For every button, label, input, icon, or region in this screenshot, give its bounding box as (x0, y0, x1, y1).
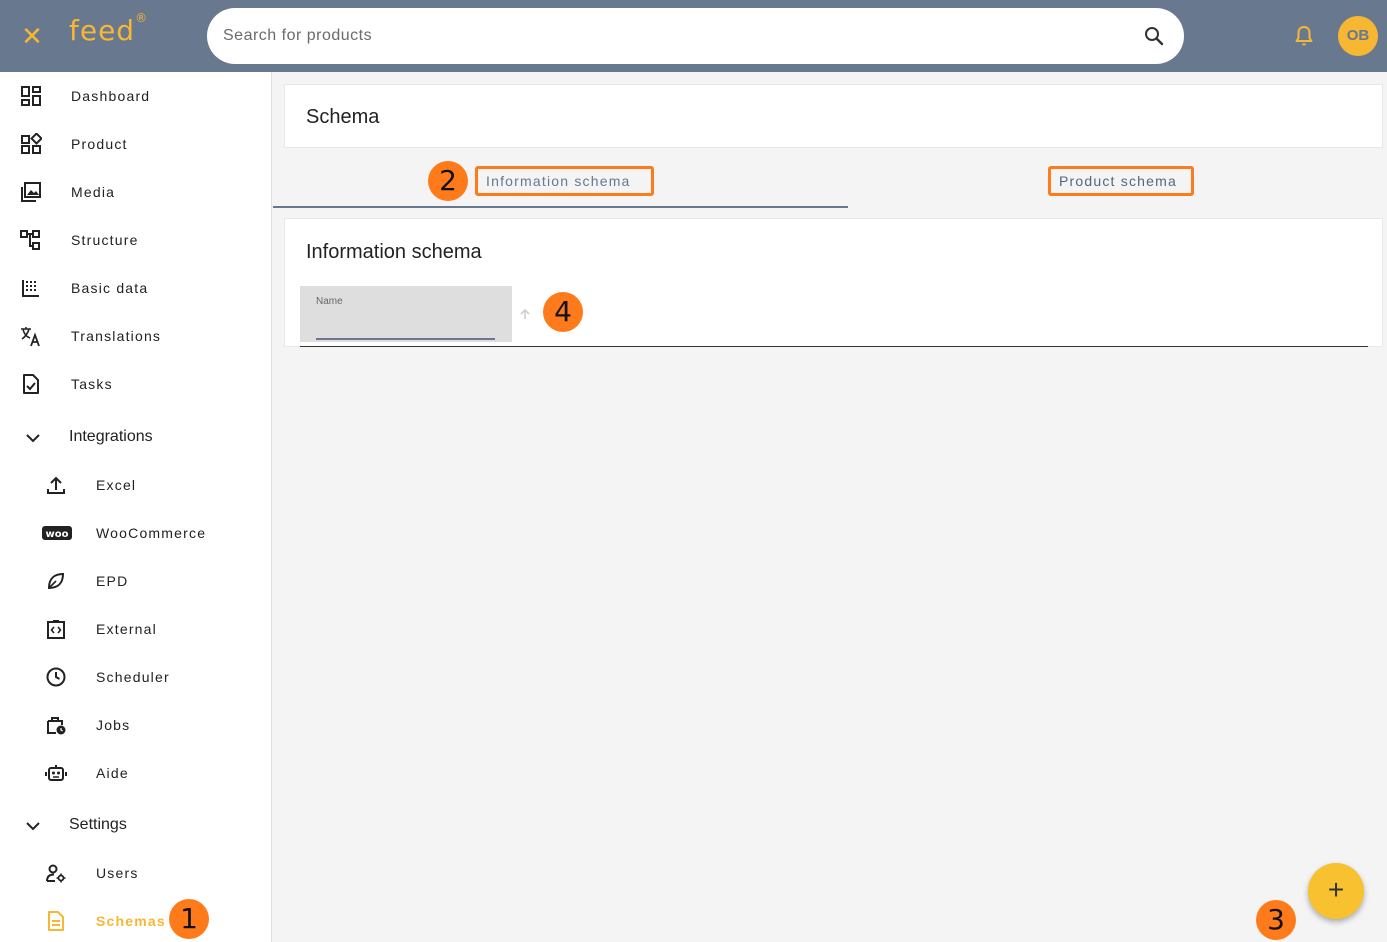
sidebar-item-external[interactable]: External (0, 605, 271, 653)
sidebar-item-jobs[interactable]: Jobs (0, 701, 271, 749)
translate-icon (21, 327, 40, 347)
table-divider (300, 346, 1368, 347)
top-bar: ✕ feed® OB (0, 0, 1387, 72)
sidebar-item-product[interactable]: Product (0, 120, 271, 168)
tab-label: Information schema (475, 166, 654, 196)
annotation-badge-4: 4 (543, 292, 583, 332)
basic-data-icon (22, 280, 39, 297)
sidebar-item-label: Excel (96, 477, 137, 493)
page-header-card: Schema (284, 84, 1383, 148)
sidebar-group-label: Settings (69, 816, 127, 833)
chevron-down-icon (26, 822, 40, 831)
annotation-badge-2: 2 (428, 161, 468, 201)
avatar[interactable]: OB (1338, 16, 1378, 56)
sidebar-item-label: Users (96, 865, 139, 881)
page-title: Schema (306, 106, 380, 128)
jobs-icon (47, 717, 66, 735)
sidebar-item-schemas[interactable]: Schemas (0, 897, 271, 942)
sidebar-item-label: Dashboard (71, 88, 151, 104)
user-settings-icon (46, 864, 66, 883)
product-icon (21, 133, 42, 154)
sidebar-item-woocommerce[interactable]: woo WooCommerce (0, 509, 271, 557)
search-input[interactable] (223, 8, 1123, 64)
sidebar-item-translations[interactable]: Translations (0, 312, 271, 360)
tab-label: Product schema (1048, 166, 1194, 196)
document-icon (48, 911, 64, 931)
dashboard-icon (21, 86, 41, 106)
sidebar-item-epd[interactable]: EPD (0, 557, 271, 605)
sidebar-item-dashboard[interactable]: Dashboard (0, 72, 271, 120)
app-logo: feed® (69, 10, 149, 47)
tab-product-schema[interactable]: Product schema (848, 160, 1387, 208)
plus-icon: + (1327, 874, 1345, 905)
sidebar-item-label: Product (71, 136, 128, 152)
sidebar-item-users[interactable]: Users (0, 849, 271, 897)
sidebar-group-integrations[interactable]: Integrations (0, 413, 271, 461)
column-header-name[interactable]: Name (300, 286, 512, 342)
robot-icon (45, 765, 67, 781)
sidebar-group-label: Integrations (69, 428, 153, 445)
svg-text:woo: woo (46, 529, 69, 540)
code-icon (47, 620, 65, 639)
sidebar-item-media[interactable]: Media (0, 168, 271, 216)
sidebar-item-label: Translations (71, 328, 162, 344)
leaf-icon (47, 572, 65, 590)
sidebar-group-settings[interactable]: Settings (0, 801, 271, 849)
sidebar-item-label: Scheduler (96, 669, 170, 685)
sidebar-item-structure[interactable]: Structure (0, 216, 271, 264)
add-schema-button[interactable]: + (1308, 863, 1364, 919)
sidebar-item-label: Basic data (71, 280, 149, 296)
annotation-badge-1: 1 (169, 899, 209, 939)
schema-panel: Information schema Name (284, 218, 1383, 347)
search-icon[interactable] (1142, 24, 1166, 48)
sidebar-item-label: Jobs (96, 717, 131, 733)
sidebar-item-scheduler[interactable]: Scheduler (0, 653, 271, 701)
search-bar (207, 8, 1184, 64)
sidebar-item-label: External (96, 621, 157, 637)
sidebar-item-excel[interactable]: Excel (0, 461, 271, 509)
upload-icon (47, 476, 65, 494)
sidebar-item-label: WooCommerce (96, 525, 207, 541)
tasks-icon (23, 374, 39, 394)
sidebar-item-label: EPD (96, 573, 129, 589)
clock-icon (46, 667, 66, 687)
structure-icon (20, 230, 40, 250)
close-menu-button[interactable]: ✕ (18, 22, 46, 50)
column-header-underline (316, 338, 495, 340)
sidebar-item-label: Tasks (71, 376, 113, 392)
bell-icon[interactable] (1292, 24, 1316, 48)
sidebar-item-aide[interactable]: Aide (0, 749, 271, 797)
woo-icon: woo (42, 526, 72, 540)
column-header-label: Name (316, 296, 343, 307)
sidebar-item-label: Structure (71, 232, 139, 248)
tab-information-schema[interactable]: Information schema (273, 160, 848, 208)
annotation-badge-3: 3 (1256, 900, 1296, 940)
sidebar-item-label: Media (71, 184, 116, 200)
chevron-down-icon (26, 434, 40, 443)
sidebar-item-basic-data[interactable]: Basic data (0, 264, 271, 312)
sort-arrow-up-icon[interactable] (518, 307, 532, 321)
panel-title: Information schema (306, 241, 482, 263)
sidebar-item-tasks[interactable]: Tasks (0, 360, 271, 408)
sidebar-item-label: Schemas (96, 913, 166, 929)
media-icon (21, 182, 41, 202)
sidebar-item-label: Aide (96, 765, 129, 781)
sidebar: Dashboard Product Media Structure Basic … (0, 72, 272, 942)
